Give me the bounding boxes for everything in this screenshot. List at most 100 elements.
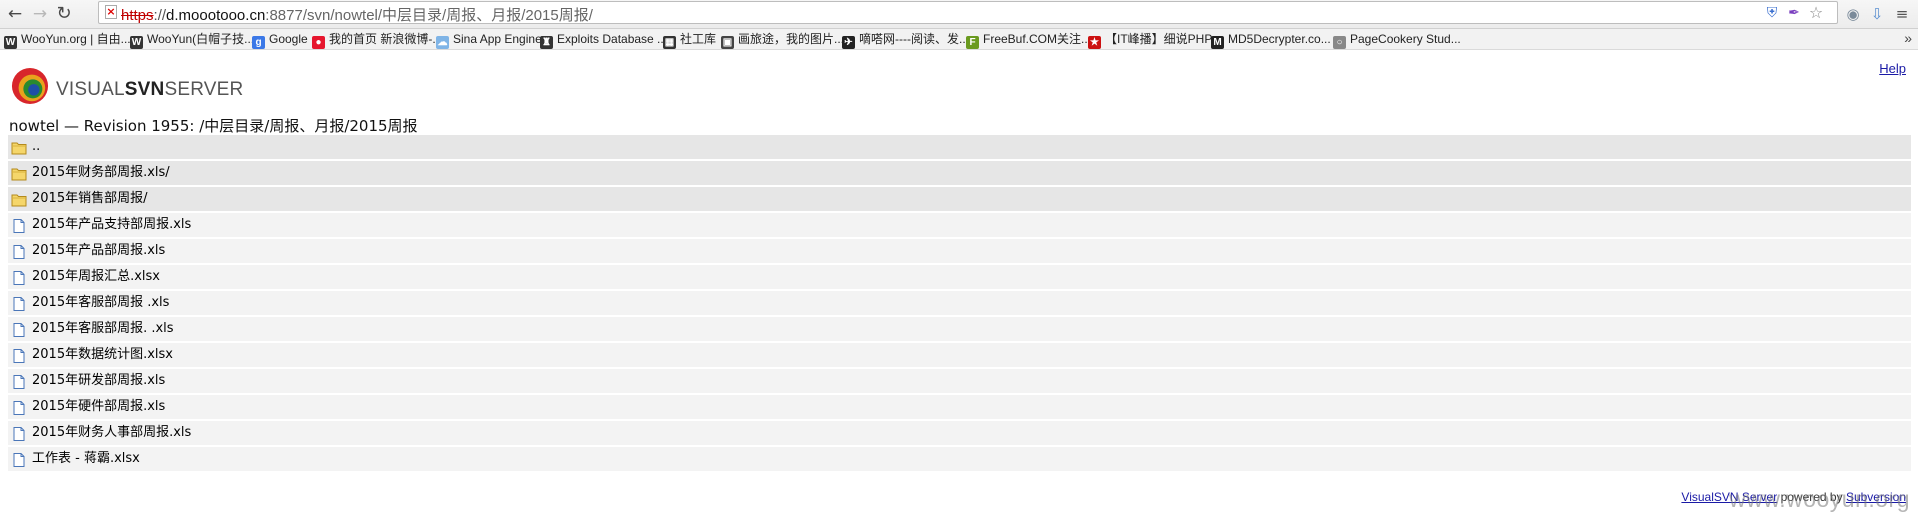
file-row[interactable]: 2015年产品支持部周报.xls xyxy=(8,213,1911,237)
insecure-warning-icon[interactable]: × xyxy=(105,5,117,19)
bookmarks-more-button[interactable]: » xyxy=(1904,30,1912,46)
bookmark-label: WooYun(白帽子技... xyxy=(147,32,255,46)
file-row[interactable]: 2015年客服部周报 .xls xyxy=(8,291,1911,315)
file-row[interactable]: 工作表 - 蒋霸.xlsx xyxy=(8,447,1911,471)
bird-icon: ✈ xyxy=(842,36,855,49)
file-row[interactable]: 2015年数据统计图.xlsx xyxy=(8,343,1911,367)
bookmark-label: WooYun.org | 自由... xyxy=(21,32,131,46)
bookmarks-bar: W WooYun.org | 自由... W WooYun(白帽子技... g Googl… xyxy=(0,29,1918,50)
file-icon xyxy=(11,296,27,311)
brand-wordmark: VISUALSVNSERVER xyxy=(56,79,243,101)
bookmark-label: Google xyxy=(269,32,308,46)
folder-icon xyxy=(11,140,27,155)
bookmark-item[interactable]: ☁ Sina App Engine xyxy=(436,31,542,49)
file-icon xyxy=(11,400,27,415)
url-separator: :// xyxy=(153,7,167,24)
visualsvn-logo-icon xyxy=(11,67,49,105)
directory-row[interactable]: 2015年销售部周报/ xyxy=(8,187,1911,211)
bookmark-item[interactable]: ✈ 嘀嗒网----阅读、发... xyxy=(842,31,969,49)
bookmark-label: Exploits Database ... xyxy=(557,32,668,46)
file-link[interactable]: 2015年硬件部周报.xls xyxy=(32,395,165,419)
md5-icon: M xyxy=(1211,36,1224,49)
footer: VisualSVN Server powered by Subversion xyxy=(1681,490,1906,504)
directory-link[interactable]: 2015年销售部周报/ xyxy=(32,187,147,211)
bookmark-label: 嘀嗒网----阅读、发... xyxy=(859,32,969,46)
brand-part-svn: SVN xyxy=(124,79,165,100)
file-link[interactable]: 2015年周报汇总.xlsx xyxy=(32,265,160,289)
file-link[interactable]: 2015年客服部周报 .xls xyxy=(32,291,169,315)
file-icon xyxy=(11,452,27,467)
file-icon xyxy=(11,218,27,233)
bookmark-item[interactable]: F FreeBuf.COM关注... xyxy=(966,31,1091,49)
feather-icon[interactable]: ✒ xyxy=(1785,4,1803,22)
extension-globe-icon[interactable]: ◉ xyxy=(1842,3,1864,25)
directory-row[interactable]: .. xyxy=(8,135,1911,159)
star-icon: ★ xyxy=(1088,36,1101,49)
file-row[interactable]: 2015年财务人事部周报.xls xyxy=(8,421,1911,445)
google-icon: g xyxy=(252,36,265,49)
url-path: :8877/svn/nowtel/中层目录/周报、月报/2015周报/ xyxy=(265,7,593,24)
brand-part-server: SERVER xyxy=(164,79,244,100)
brand-part-visual: VISUAL xyxy=(56,79,125,100)
directory-listing: .. 2015年财务部周报.xls/2015年销售部周报/2015年产品支持部周报… xyxy=(8,135,1911,473)
bookmark-item[interactable]: ★ 【IT峰播】细说PHP... xyxy=(1088,31,1221,49)
file-link[interactable]: 2015年产品支持部周报.xls xyxy=(32,213,191,237)
file-row[interactable]: 2015年客服部周报. .xls xyxy=(8,317,1911,341)
file-row[interactable]: 2015年周报汇总.xlsx xyxy=(8,265,1911,289)
file-link[interactable]: 2015年财务人事部周报.xls xyxy=(32,421,191,445)
directory-link[interactable]: .. xyxy=(32,135,40,159)
photo-icon: ▣ xyxy=(721,36,734,49)
exploitdb-icon: ♜ xyxy=(540,36,553,49)
cloud-icon: ☁ xyxy=(436,36,449,49)
address-bar[interactable]: × https://d.moootooo.cn:8877/svn/nowtel/… xyxy=(98,1,1838,24)
bookmark-item[interactable]: ▣ 画旅途，我的图片... xyxy=(721,31,845,49)
tag-icon: ▦ xyxy=(663,36,676,49)
directory-row[interactable]: 2015年财务部周报.xls/ xyxy=(8,161,1911,185)
bookmark-label: 画旅途，我的图片... xyxy=(738,32,845,46)
directory-link[interactable]: 2015年财务部周报.xls/ xyxy=(32,161,170,185)
bookmark-item[interactable]: W WooYun(白帽子技... xyxy=(130,31,255,49)
extension-download-icon[interactable]: ⇩ xyxy=(1866,3,1888,25)
url-host: d.moootooo.cn xyxy=(166,7,266,24)
bookmark-label: 【IT峰播】细说PHP... xyxy=(1105,32,1221,46)
bookmark-item[interactable]: M MD5Decrypter.co... xyxy=(1211,31,1331,49)
file-icon xyxy=(11,322,27,337)
folder-icon xyxy=(11,166,27,181)
file-icon xyxy=(11,244,27,259)
url-text[interactable]: https://d.moootooo.cn:8877/svn/nowtel/中层… xyxy=(121,4,593,25)
bookmark-item[interactable]: ○ PageCookery Stud... xyxy=(1333,31,1461,49)
back-arrow-icon[interactable]: ← xyxy=(4,3,26,25)
file-row[interactable]: 2015年产品部周报.xls xyxy=(8,239,1911,263)
weibo-icon: ● xyxy=(312,36,325,49)
footer-text: powered by xyxy=(1777,490,1846,504)
bookmark-item[interactable]: W WooYun.org | 自由... xyxy=(4,31,131,49)
bookmark-label: 社工库 xyxy=(680,32,717,46)
visualsvn-server-link[interactable]: VisualSVN Server xyxy=(1681,490,1777,504)
reload-icon[interactable]: ↻ xyxy=(53,3,75,25)
bookmark-star-icon[interactable]: ☆ xyxy=(1807,4,1825,22)
bookmark-item[interactable]: ♜ Exploits Database ... xyxy=(540,31,668,49)
bookmark-item[interactable]: ▦ 社工库 xyxy=(663,31,717,49)
forward-arrow-icon[interactable]: → xyxy=(29,3,51,25)
bookmark-label: MD5Decrypter.co... xyxy=(1228,32,1331,46)
globe-icon: ○ xyxy=(1333,36,1346,49)
file-link[interactable]: 2015年产品部周报.xls xyxy=(32,239,165,263)
file-row[interactable]: 2015年研发部周报.xls xyxy=(8,369,1911,393)
file-icon xyxy=(11,374,27,389)
file-link[interactable]: 工作表 - 蒋霸.xlsx xyxy=(32,447,140,471)
url-scheme: https xyxy=(121,7,154,24)
file-row[interactable]: 2015年硬件部周报.xls xyxy=(8,395,1911,419)
help-link[interactable]: Help xyxy=(1879,61,1906,76)
file-link[interactable]: 2015年客服部周报. .xls xyxy=(32,317,174,341)
menu-icon[interactable]: ≡ xyxy=(1891,3,1913,25)
page-title: nowtel — Revision 1955: /中层目录/周报、月报/2015… xyxy=(9,117,418,135)
file-icon xyxy=(11,348,27,363)
bookmark-label: Sina App Engine xyxy=(453,32,542,46)
file-icon xyxy=(11,270,27,285)
file-link[interactable]: 2015年数据统计图.xlsx xyxy=(32,343,173,367)
shield-icon[interactable]: ⛨ xyxy=(1763,4,1781,22)
file-link[interactable]: 2015年研发部周报.xls xyxy=(32,369,165,393)
bookmark-item[interactable]: ● 我的首页 新浪微博-... xyxy=(312,31,442,49)
subversion-link[interactable]: Subversion xyxy=(1846,490,1906,504)
bookmark-item[interactable]: g Google xyxy=(252,31,308,49)
